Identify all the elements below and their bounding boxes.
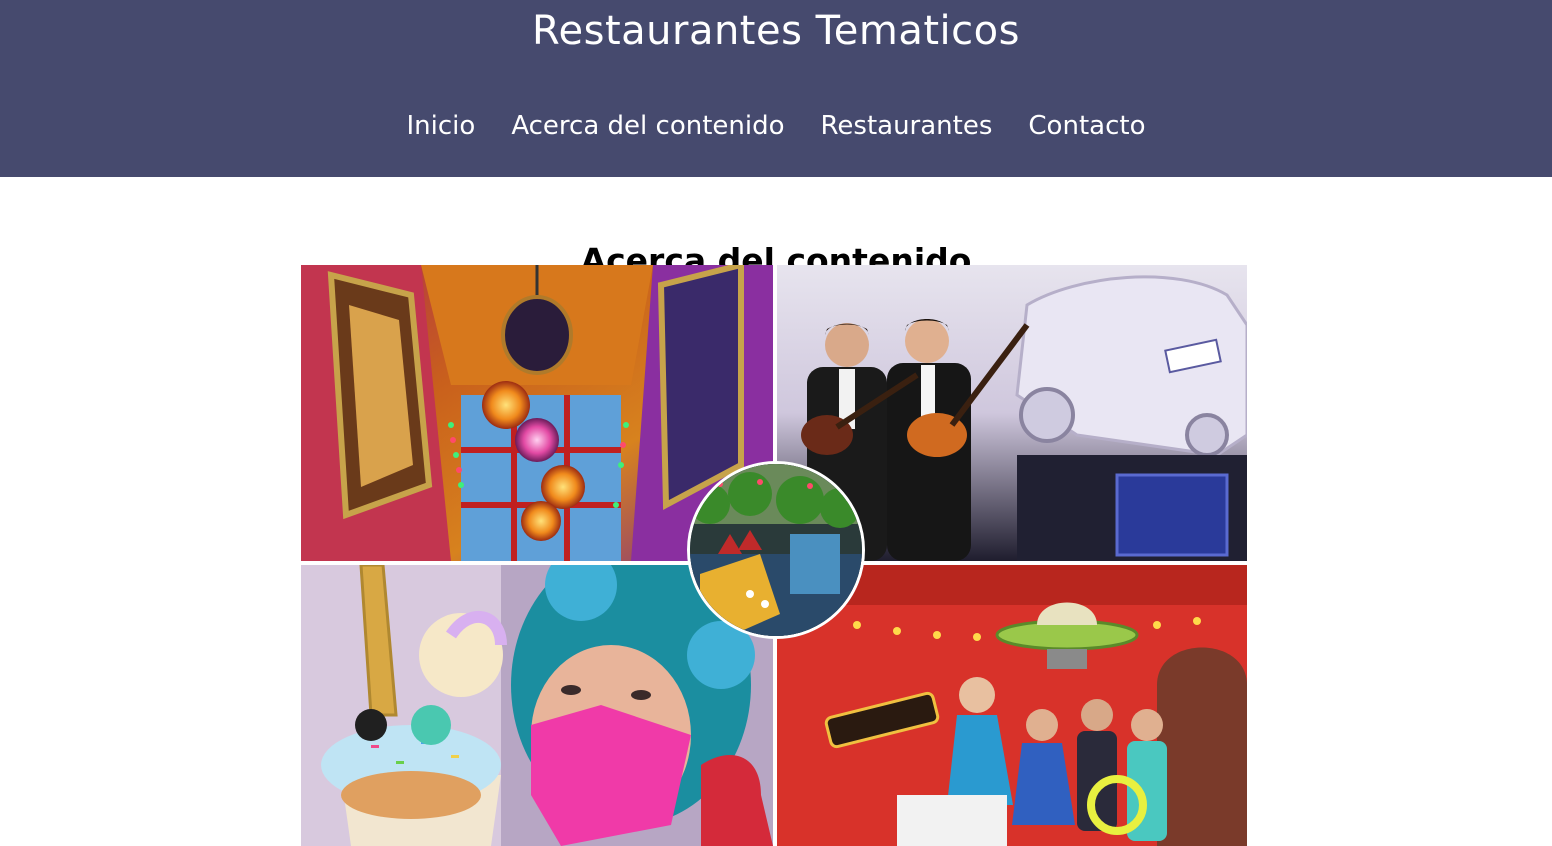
garden-restaurant-photo (687, 461, 865, 639)
site-header: Restaurantes Tematicos Inicio Acerca del… (0, 0, 1552, 177)
nav-link-acerca[interactable]: Acerca del contenido (511, 104, 784, 148)
retro-diner-performers-photo (777, 565, 1247, 846)
nav-link-restaurantes[interactable]: Restaurantes (821, 104, 993, 148)
site-title: Restaurantes Tematicos (532, 8, 1020, 54)
photo-collage (301, 265, 1247, 846)
nav-link-contacto[interactable]: Contacto (1028, 104, 1145, 148)
unicorn-dessert-photo (301, 565, 773, 846)
main-nav: Inicio Acerca del contenido Restaurantes… (0, 104, 1552, 148)
nav-link-inicio[interactable]: Inicio (407, 104, 476, 148)
